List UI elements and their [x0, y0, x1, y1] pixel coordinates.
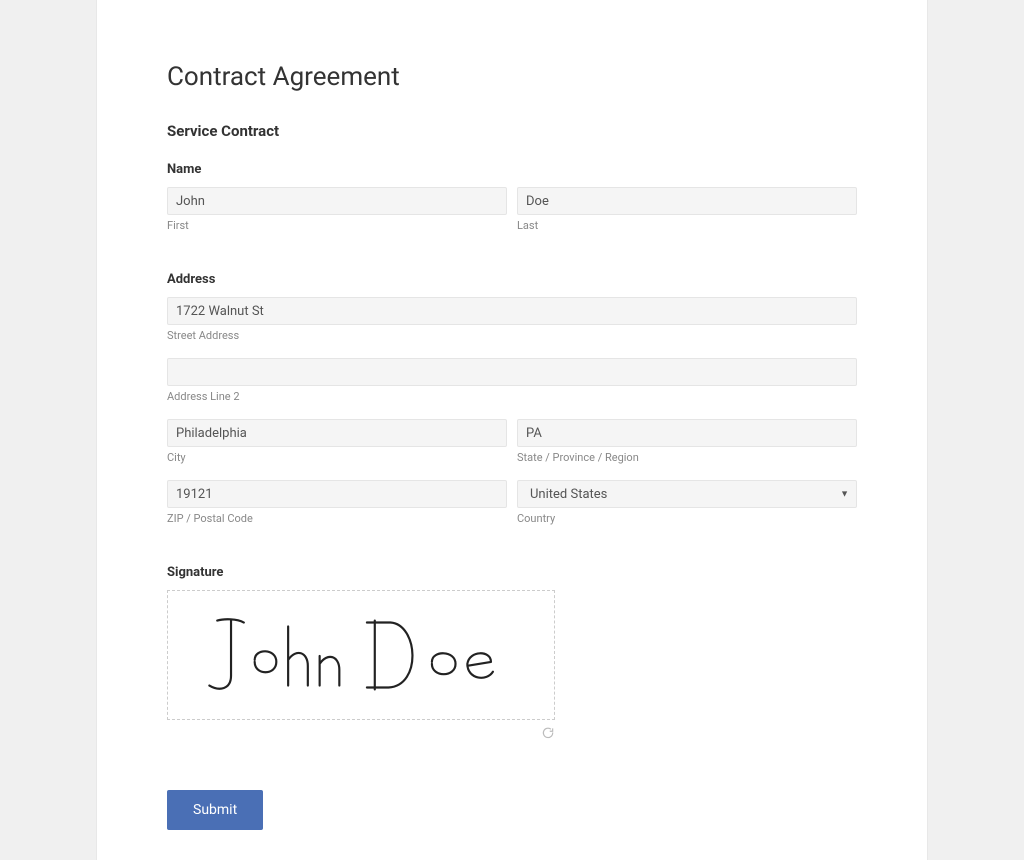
state-input[interactable] [517, 419, 857, 447]
refresh-icon[interactable] [541, 726, 555, 740]
address-line2-sublabel: Address Line 2 [167, 390, 857, 403]
name-group: Name First Last [167, 162, 857, 248]
country-value: United States [530, 487, 607, 502]
address-label: Address [167, 272, 857, 287]
state-sublabel: State / Province / Region [517, 451, 857, 464]
signature-label: Signature [167, 565, 857, 580]
country-sublabel: Country [517, 512, 857, 525]
last-name-input[interactable] [517, 187, 857, 215]
street-sublabel: Street Address [167, 329, 857, 342]
signature-group: Signature [167, 565, 857, 740]
section-title: Service Contract [167, 122, 857, 140]
form-container: Contract Agreement Service Contract Name… [96, 0, 928, 860]
country-select[interactable]: United States [517, 480, 857, 508]
page-title: Contract Agreement [167, 62, 857, 92]
zip-sublabel: ZIP / Postal Code [167, 512, 507, 525]
last-name-sublabel: Last [517, 219, 857, 232]
zip-input[interactable] [167, 480, 507, 508]
city-input[interactable] [167, 419, 507, 447]
first-name-sublabel: First [167, 219, 507, 232]
name-label: Name [167, 162, 857, 177]
address-line2-input[interactable] [167, 358, 857, 386]
submit-button[interactable]: Submit [167, 790, 263, 830]
street-input[interactable] [167, 297, 857, 325]
city-sublabel: City [167, 451, 507, 464]
signature-canvas[interactable] [167, 590, 555, 720]
first-name-input[interactable] [167, 187, 507, 215]
address-group: Address Street Address Address Line 2 Ci… [167, 272, 857, 541]
